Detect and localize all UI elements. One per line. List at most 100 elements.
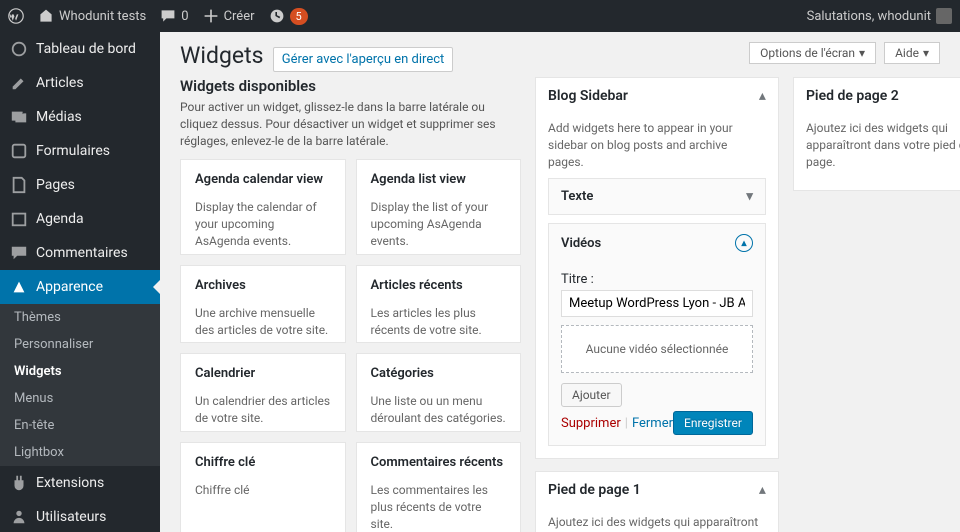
widget-text-head[interactable]: Texte ▾ bbox=[549, 179, 765, 214]
menu-media-label: Médias bbox=[36, 109, 82, 125]
widget-text: Texte ▾ bbox=[548, 178, 766, 215]
available-widget-title: Agenda calendar view bbox=[181, 160, 345, 199]
screen-options-label: Options de l'écran bbox=[760, 46, 855, 60]
available-widget[interactable]: Agenda list viewDisplay the list of your… bbox=[356, 159, 522, 254]
available-widget[interactable]: Commentaires récentsLes commentaires les… bbox=[356, 442, 522, 532]
delete-link[interactable]: Supprimer bbox=[561, 416, 621, 431]
menu-dashboard[interactable]: Tableau de bord bbox=[0, 32, 160, 66]
menu-pages[interactable]: Pages bbox=[0, 168, 160, 202]
widget-text-title: Texte bbox=[561, 189, 593, 204]
help-label: Aide bbox=[895, 46, 919, 60]
menu-comments[interactable]: Commentaires bbox=[0, 236, 160, 270]
live-preview-link[interactable]: Gérer avec l'aperçu en direct bbox=[273, 47, 454, 72]
collapse-toggle-icon[interactable]: ▴ bbox=[735, 234, 753, 252]
footer1-area: Pied de page 1 ▴ Ajoutez ici des widgets… bbox=[535, 471, 779, 532]
site-name-label: Whodunit tests bbox=[59, 9, 146, 24]
available-help: Pour activer un widget, glissez-le dans … bbox=[180, 99, 521, 149]
menu-appearance-label: Apparence bbox=[36, 279, 103, 295]
greeting-label: Salutations, whodunit bbox=[807, 9, 931, 24]
footer2-desc: Ajoutez ici des widgets qui apparaîtront… bbox=[806, 120, 960, 170]
blog-sidebar-title: Blog Sidebar bbox=[548, 88, 628, 104]
available-widget-title: Articles récents bbox=[357, 266, 521, 305]
chevron-down-icon: ▾ bbox=[746, 189, 753, 204]
footer2-title: Pied de page 2 bbox=[806, 88, 899, 104]
blog-sidebar-area: Blog Sidebar ▴ Add widgets here to appea… bbox=[535, 77, 779, 459]
menu-plugins-label: Extensions bbox=[36, 475, 104, 491]
user-greeting[interactable]: Salutations, whodunit bbox=[807, 8, 952, 24]
screen-options-button[interactable]: Options de l'écran ▾ bbox=[749, 42, 876, 64]
available-widget-desc: Chiffre clé bbox=[181, 482, 345, 503]
menu-comments-label: Commentaires bbox=[36, 245, 128, 261]
comments-count: 0 bbox=[181, 9, 188, 24]
available-widget[interactable]: Chiffre cléChiffre clé bbox=[180, 442, 346, 532]
close-link[interactable]: Fermer bbox=[632, 416, 673, 431]
menu-forms-label: Formulaires bbox=[36, 143, 110, 159]
video-dropzone[interactable]: Aucune vidéo sélectionnée bbox=[561, 325, 753, 373]
footer1-desc: Ajoutez ici des widgets qui apparaîtront… bbox=[548, 514, 766, 532]
wp-logo[interactable] bbox=[8, 8, 24, 24]
available-widget-desc: Display the calendar of your upcoming As… bbox=[181, 199, 345, 253]
video-title-label: Titre : bbox=[561, 272, 594, 287]
menu-agenda-label: Agenda bbox=[36, 211, 84, 227]
submenu-menus[interactable]: Menus bbox=[0, 385, 160, 412]
submenu-header[interactable]: En-tête bbox=[0, 412, 160, 439]
available-widget[interactable]: CatégoriesUne liste ou un menu déroulant… bbox=[356, 353, 522, 432]
avatar bbox=[936, 8, 952, 24]
widget-video-title: Vidéos bbox=[561, 236, 601, 251]
available-widget[interactable]: CalendrierUn calendrier des articles de … bbox=[180, 353, 346, 432]
widget-video: Vidéos ▴ Titre : Aucune vidéo sélectionné… bbox=[548, 223, 766, 446]
footer2-area: Pied de page 2 ▴ Ajoutez ici des widgets… bbox=[793, 77, 960, 191]
available-widget-desc: Une liste ou un menu déroulant des catég… bbox=[357, 393, 521, 431]
blog-sidebar-desc: Add widgets here to appear in your sideb… bbox=[548, 120, 766, 170]
site-name[interactable]: Whodunit tests bbox=[38, 8, 146, 24]
chevron-down-icon: ▾ bbox=[923, 46, 929, 60]
available-widget-title: Catégories bbox=[357, 354, 521, 393]
available-widget[interactable]: ArchivesUne archive mensuelle des articl… bbox=[180, 265, 346, 344]
widget-video-head[interactable]: Vidéos ▴ bbox=[549, 224, 765, 262]
new-content-label: Créer bbox=[224, 9, 255, 24]
menu-users[interactable]: Utilisateurs bbox=[0, 500, 160, 532]
help-button[interactable]: Aide ▾ bbox=[884, 42, 940, 64]
add-video-button[interactable]: Ajouter bbox=[561, 383, 622, 407]
blog-sidebar-head[interactable]: Blog Sidebar ▴ bbox=[536, 78, 778, 114]
chevron-up-icon: ▴ bbox=[759, 482, 766, 498]
menu-appearance[interactable]: Apparence bbox=[0, 270, 160, 304]
footer1-title: Pied de page 1 bbox=[548, 482, 641, 498]
available-widget-desc: Une archive mensuelle des articles de vo… bbox=[181, 305, 345, 343]
menu-posts[interactable]: Articles bbox=[0, 66, 160, 100]
available-widget-title: Chiffre clé bbox=[181, 443, 345, 482]
available-title: Widgets disponibles bbox=[180, 77, 521, 95]
comments-bubble[interactable]: 0 bbox=[160, 8, 188, 24]
menu-dashboard-label: Tableau de bord bbox=[36, 41, 136, 57]
submenu-widgets[interactable]: Widgets bbox=[0, 358, 160, 385]
available-widgets-grid: Agenda calendar viewDisplay the calendar… bbox=[180, 159, 521, 532]
blog-sidebar-column: Blog Sidebar ▴ Add widgets here to appea… bbox=[535, 77, 779, 532]
available-widgets-column: Widgets disponibles Pour activer un widg… bbox=[180, 77, 521, 532]
menu-pages-label: Pages bbox=[36, 177, 75, 193]
submenu-customize[interactable]: Personnaliser bbox=[0, 331, 160, 358]
submenu-themes[interactable]: Thèmes bbox=[0, 304, 160, 331]
page-title: Widgets bbox=[180, 42, 263, 69]
updates-count: 5 bbox=[290, 8, 308, 25]
available-widget[interactable]: Articles récentsLes articles les plus ré… bbox=[356, 265, 522, 344]
available-widget-desc: Les articles les plus récents de votre s… bbox=[357, 305, 521, 343]
updates-bubble[interactable]: 5 bbox=[269, 8, 308, 25]
menu-users-label: Utilisateurs bbox=[36, 509, 106, 525]
menu-media[interactable]: Médias bbox=[0, 100, 160, 134]
footer2-head[interactable]: Pied de page 2 ▴ bbox=[794, 78, 960, 114]
menu-agenda[interactable]: Agenda bbox=[0, 202, 160, 236]
new-content[interactable]: Créer bbox=[203, 8, 255, 24]
footer2-column: Pied de page 2 ▴ Ajoutez ici des widgets… bbox=[793, 77, 960, 532]
footer1-head[interactable]: Pied de page 1 ▴ bbox=[536, 472, 778, 508]
available-widget[interactable]: Agenda calendar viewDisplay the calendar… bbox=[180, 159, 346, 254]
video-title-input[interactable] bbox=[561, 290, 753, 317]
menu-posts-label: Articles bbox=[36, 75, 84, 91]
save-button[interactable]: Enregistrer bbox=[673, 411, 753, 435]
available-widget-desc: Un calendrier des articles de votre site… bbox=[181, 393, 345, 431]
menu-forms[interactable]: Formulaires bbox=[0, 134, 160, 168]
available-widget-title: Agenda list view bbox=[357, 160, 521, 199]
menu-plugins[interactable]: Extensions bbox=[0, 466, 160, 500]
submenu-lightbox[interactable]: Lightbox bbox=[0, 439, 160, 466]
available-widget-title: Commentaires récents bbox=[357, 443, 521, 482]
available-widget-title: Archives bbox=[181, 266, 345, 305]
